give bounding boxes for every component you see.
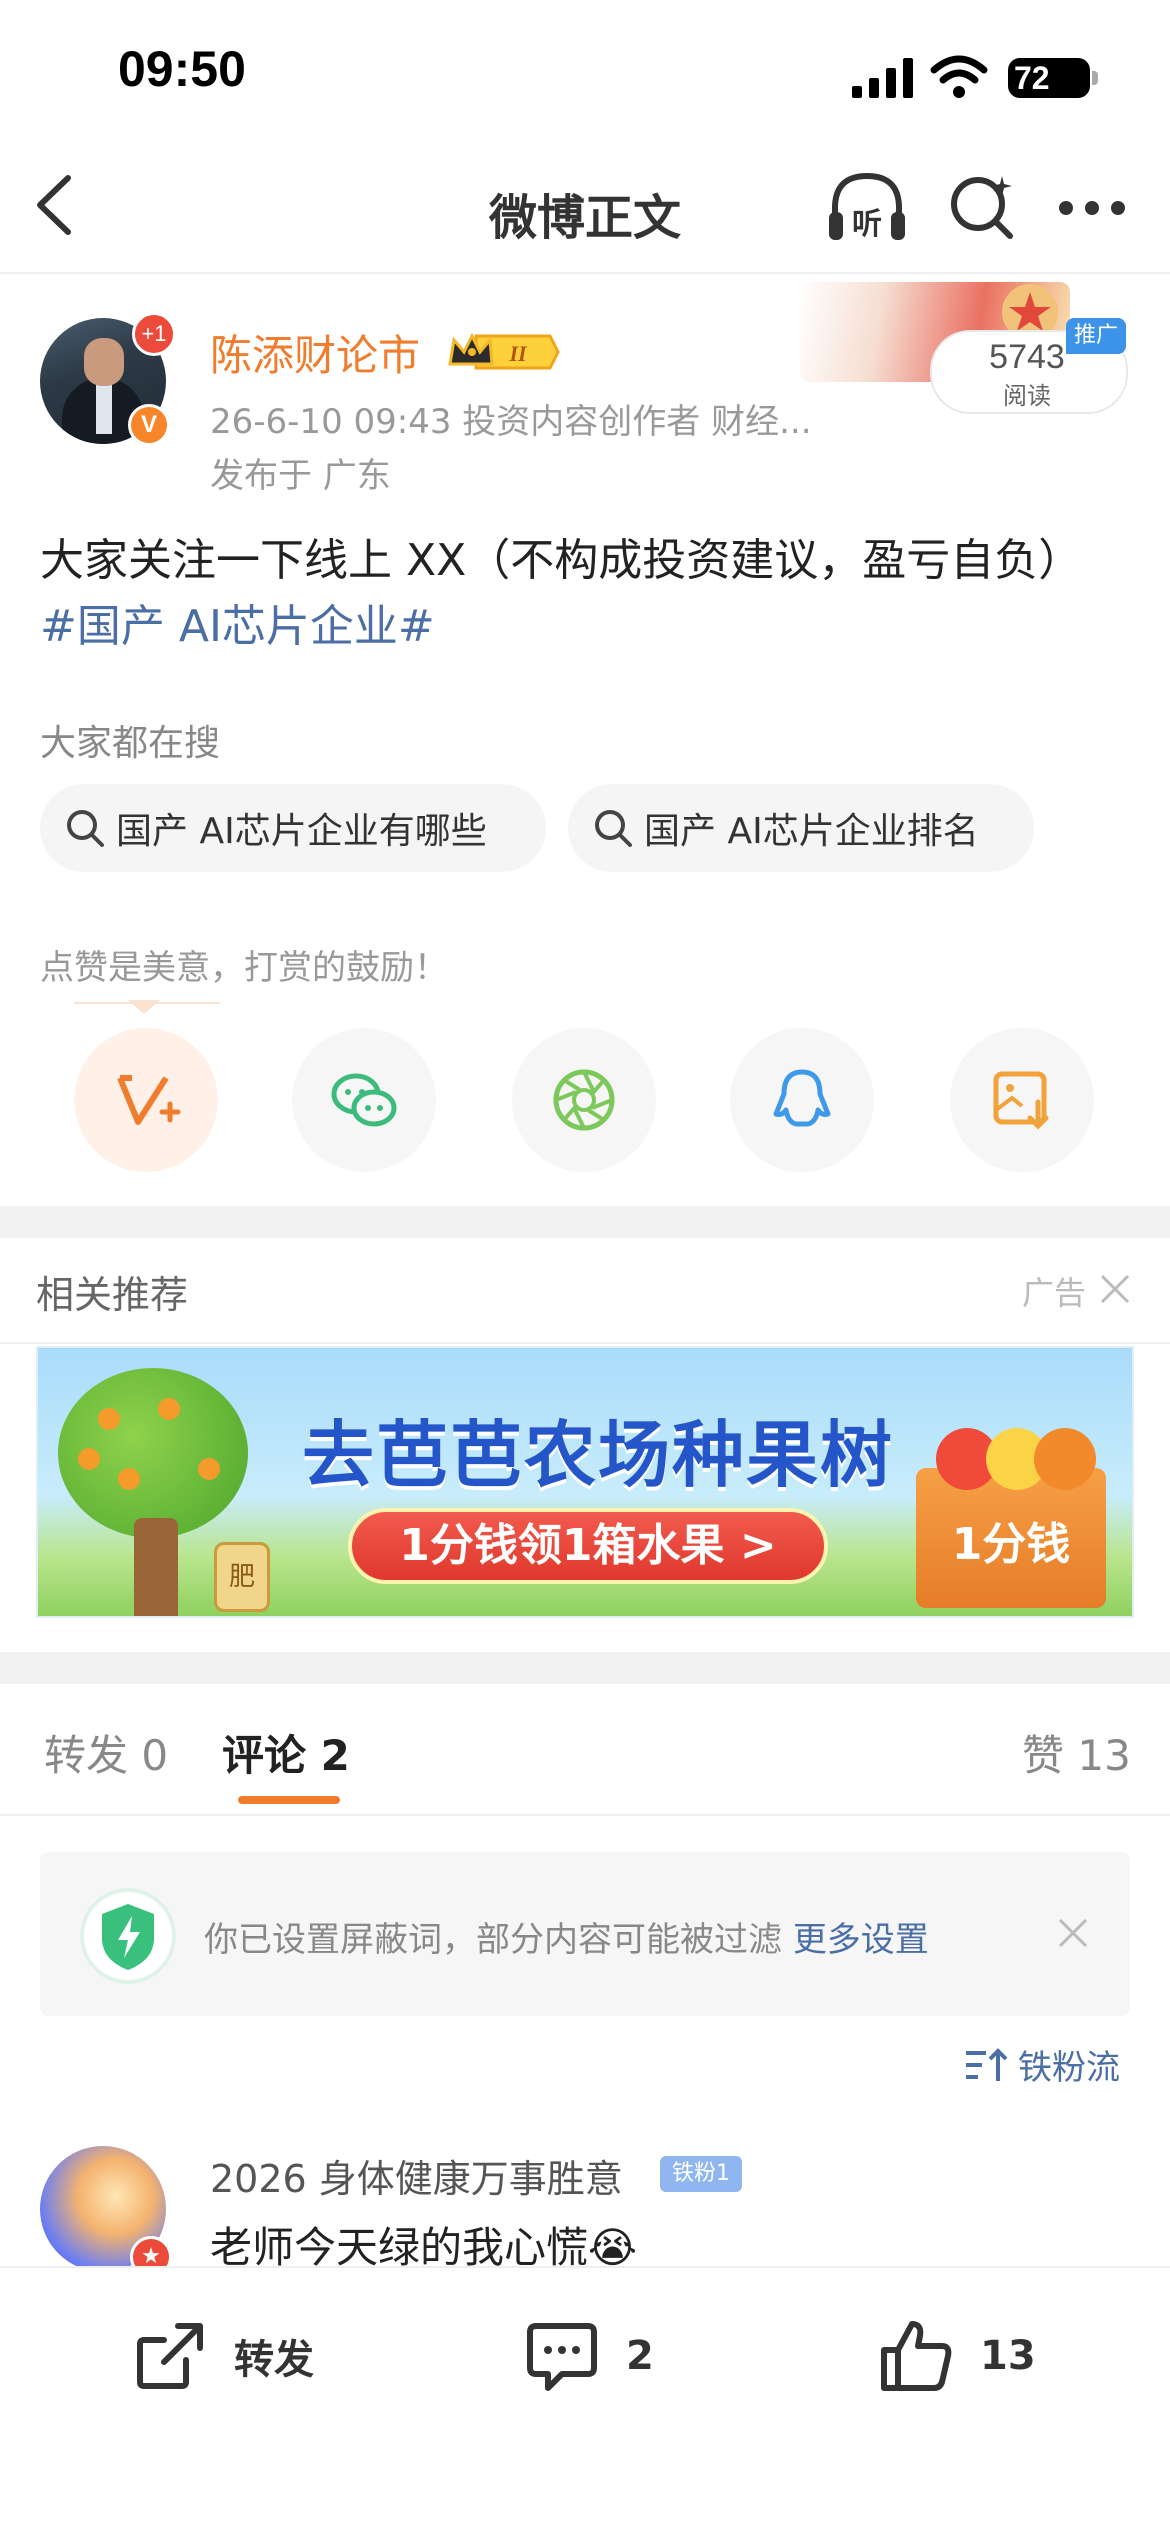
- level-badge-text: II: [508, 341, 528, 366]
- notice-message: 你已设置屏蔽词，部分内容可能被过滤: [204, 1920, 782, 1960]
- ad-headline: 去芭芭农场种果树: [301, 1413, 894, 1497]
- promoted-tag: 推广: [1066, 318, 1126, 354]
- sort-label: 铁粉流: [1018, 2048, 1120, 2088]
- ad-banner[interactable]: 肥 去芭芭农场种果树 1分钱领1箱水果 > 1分钱: [36, 1346, 1134, 1618]
- iron-fan-badge: 铁粉1: [660, 2156, 742, 2192]
- fruit-box-text: 1分钱: [951, 1519, 1071, 1570]
- notice-text-row: 你已设置屏蔽词，部分内容可能被过滤 更多设置: [204, 1912, 929, 1961]
- share-wechat-button[interactable]: [292, 1028, 436, 1172]
- wifi-icon: [930, 55, 988, 98]
- more-settings-link[interactable]: 更多设置: [793, 1920, 929, 1960]
- cellular-signal-icon: [852, 58, 913, 98]
- fertilizer-sign: 肥: [214, 1542, 270, 1612]
- section-separator: [0, 1206, 1170, 1238]
- ad-cta-button[interactable]: 1分钱领1箱水果 >: [348, 1508, 828, 1584]
- verified-badge: V: [128, 404, 170, 446]
- moments-aperture-icon: [553, 1069, 615, 1131]
- search-icon: [595, 810, 632, 847]
- author-name[interactable]: 陈添财论市: [210, 322, 420, 383]
- svg-text:听: 听: [852, 207, 882, 242]
- close-icon[interactable]: [1056, 1916, 1090, 1950]
- ad-label: 广告: [1022, 1274, 1087, 1312]
- save-image-button[interactable]: [950, 1028, 1094, 1172]
- recommend-section-title: 相关推荐: [36, 1273, 189, 1317]
- tab-repost[interactable]: 转发 0: [44, 1722, 168, 1783]
- tab-like[interactable]: 赞 13: [1022, 1722, 1131, 1783]
- like-count: 13: [980, 2333, 1036, 2379]
- ad-divider: [0, 1342, 1170, 1344]
- thumbs-up-icon: [881, 2321, 952, 2391]
- wechat-icon: [331, 1073, 397, 1127]
- tree-trunk: [134, 1518, 178, 1616]
- fruit-box: 1分钱: [916, 1428, 1106, 1608]
- bottom-action-bar: 转发 2 13: [0, 2266, 1170, 2532]
- reward-button[interactable]: [74, 1028, 218, 1172]
- like-button[interactable]: 13: [876, 2316, 1036, 2396]
- search-chip-label: 国产 AI芯片企业排名: [644, 811, 979, 852]
- level-crown-badge: II: [448, 332, 560, 370]
- filter-notice: 你已设置屏蔽词，部分内容可能被过滤 更多设置: [40, 1852, 1130, 2016]
- sort-icon: [966, 2047, 1008, 2081]
- search-chip[interactable]: 国产 AI芯片企业排名: [568, 784, 1034, 872]
- share-moments-button[interactable]: [512, 1028, 656, 1172]
- search-icon[interactable]: [948, 172, 1018, 242]
- share-qq-button[interactable]: [730, 1028, 874, 1172]
- battery-level: 72: [1014, 60, 1050, 96]
- back-arrow-icon[interactable]: [30, 170, 80, 240]
- repost-label: 转发: [234, 2337, 314, 2383]
- shield-icon: [80, 1888, 176, 1984]
- status-time: 09:50: [118, 41, 246, 97]
- close-icon[interactable]: [1098, 1272, 1132, 1306]
- battery-indicator: 72: [1008, 58, 1098, 98]
- tab-divider: [0, 1814, 1170, 1816]
- trending-search-label: 大家都在搜: [40, 723, 221, 764]
- more-dots-icon[interactable]: [1058, 200, 1126, 216]
- post-text: 大家关注一下线上 XX（不构成投资建议，盈亏自负）: [40, 535, 1083, 586]
- nav-divider: [0, 272, 1170, 274]
- qq-penguin-icon: [773, 1069, 831, 1127]
- reward-v-icon: [117, 1075, 181, 1125]
- sort-iron-fan-button[interactable]: 铁粉流: [964, 2040, 1120, 2089]
- save-image-icon: [993, 1071, 1049, 1130]
- reward-tip-text: 点赞是美意，打赏的鼓励！: [40, 948, 448, 988]
- active-tab-indicator: [238, 1796, 340, 1804]
- tip-pointer: [128, 1000, 160, 1014]
- search-chip[interactable]: 国产 AI芯片企业有哪些: [40, 784, 546, 872]
- section-separator: [0, 1652, 1170, 1684]
- post-location: 发布于 广东: [210, 456, 391, 496]
- commenter-name[interactable]: 2026 身体健康万事胜意: [210, 2148, 623, 2203]
- search-chip-label: 国产 AI芯片企业有哪些: [116, 811, 487, 852]
- listen-headphones-icon[interactable]: 听: [825, 168, 909, 246]
- repost-icon: [137, 2323, 203, 2389]
- comment-bubble-icon: [527, 2323, 597, 2391]
- post-hashtag[interactable]: #国产 AI芯片企业#: [40, 594, 435, 660]
- comment-button[interactable]: 2: [522, 2316, 654, 2396]
- post-meta: 26-6-10 09:43 投资内容创作者 财经...: [210, 402, 812, 442]
- reads-label: 阅读: [1003, 382, 1051, 410]
- repost-button[interactable]: 转发: [130, 2316, 314, 2396]
- comment-count: 2: [626, 2333, 654, 2379]
- unread-badge: +1: [132, 312, 176, 356]
- page-title: 微博正文: [488, 190, 681, 246]
- search-icon: [67, 810, 104, 847]
- tab-comment[interactable]: 评论 2: [222, 1722, 350, 1783]
